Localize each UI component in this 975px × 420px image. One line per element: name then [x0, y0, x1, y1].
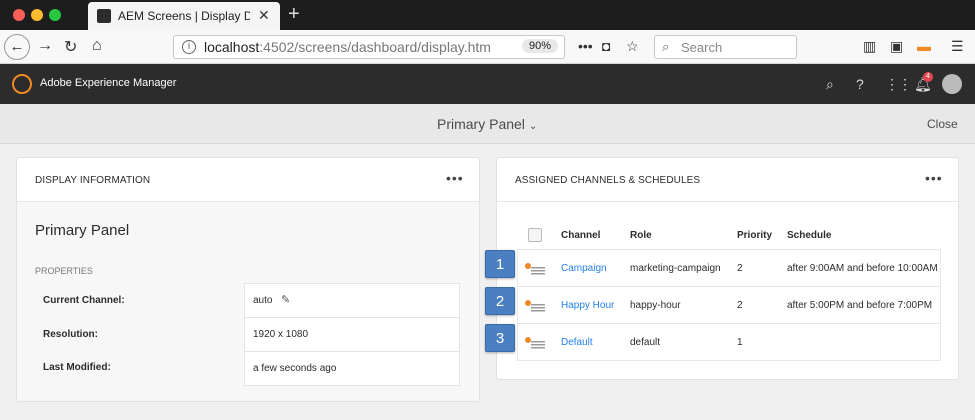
callout-badge-1: 1 [485, 250, 515, 278]
select-all-checkbox[interactable] [528, 228, 542, 242]
new-tab-button[interactable]: + [288, 3, 300, 26]
reload-button[interactable]: ↻ [64, 37, 77, 57]
browser-toolbar: ← → ↻ ⌂ i localhost:4502/screens/dashboa… [0, 30, 975, 64]
schedule-value: after 9:00AM and before 10:00AM [787, 263, 938, 274]
resolution-label: Resolution: [43, 329, 98, 340]
edit-pencil-icon[interactable]: ✎ [281, 293, 290, 306]
aem-logo-icon[interactable] [12, 74, 32, 94]
channel-link[interactable]: Default [561, 337, 593, 348]
page-actions-icon[interactable]: ••• [578, 38, 593, 54]
callout-badge-3: 3 [485, 324, 515, 352]
search-placeholder: Search [681, 40, 723, 55]
aem-favicon-icon [97, 9, 111, 23]
channel-link[interactable]: Happy Hour [561, 300, 614, 311]
user-avatar[interactable] [942, 74, 962, 94]
forward-button[interactable]: → [37, 37, 53, 55]
display-name: Primary Panel [35, 222, 130, 239]
browser-tab[interactable]: AEM Screens | Display Dashbo ✕ [88, 2, 280, 30]
role-value: marketing-campaign [630, 263, 721, 274]
channel-thumbnail-icon [524, 299, 545, 313]
callout-badge-2: 2 [485, 287, 515, 315]
tab-close-icon[interactable]: ✕ [258, 7, 270, 24]
card-header: ASSIGNED CHANNELS & SCHEDULES ••• [497, 158, 958, 202]
sidebar-icon[interactable]: ▣ [890, 38, 903, 55]
menu-icon[interactable]: ☰ [951, 38, 964, 55]
window-maximize-button[interactable] [49, 9, 61, 21]
close-button[interactable]: Close [927, 117, 958, 131]
schedule-value: after 5:00PM and before 7:00PM [787, 300, 933, 311]
more-options-icon[interactable]: ••• [925, 170, 943, 186]
search-input[interactable]: ⌕ Search [654, 35, 797, 59]
resolution-value: 1920 x 1080 [253, 329, 309, 340]
column-header-role[interactable]: Role [630, 230, 652, 241]
priority-value: 2 [737, 263, 743, 274]
card-body: Primary Panel PROPERTIES Current Channel… [17, 202, 479, 401]
priority-value: 1 [737, 337, 743, 348]
display-information-card: DISPLAY INFORMATION ••• Primary Panel PR… [16, 157, 480, 402]
assigned-channels-card: ASSIGNED CHANNELS & SCHEDULES ••• Channe… [496, 157, 959, 380]
solutions-grid-icon[interactable]: ⋮⋮ [885, 76, 912, 93]
column-header-priority[interactable]: Priority [737, 230, 772, 241]
zoom-level[interactable]: 90% [522, 39, 559, 53]
url-text[interactable]: localhost:4502/screens/dashboard/display… [204, 39, 490, 55]
table-row[interactable]: Happy Hour happy-hour 2 after 5:00PM and… [517, 286, 941, 324]
current-channel-value: auto [253, 295, 273, 306]
resolution-cell: 1920 x 1080 [244, 317, 460, 352]
card-title: ASSIGNED CHANNELS & SCHEDULES [515, 175, 701, 186]
aem-header: Adobe Experience Manager ⌕ ? ⋮⋮ 🔔︎ 4 [0, 64, 975, 104]
home-button[interactable]: ⌂ [92, 37, 102, 55]
app-title[interactable]: Adobe Experience Manager [40, 77, 176, 89]
channel-link[interactable]: Campaign [561, 263, 607, 274]
role-value: happy-hour [630, 300, 681, 311]
role-value: default [630, 337, 661, 348]
chevron-down-icon: ⌄ [528, 121, 538, 132]
url-bar[interactable]: i localhost:4502/screens/dashboard/displ… [173, 35, 565, 59]
back-button[interactable]: ← [4, 34, 30, 60]
properties-section-label: PROPERTIES [35, 266, 93, 276]
last-modified-cell: a few seconds ago [244, 351, 460, 386]
display-selector[interactable]: Primary Panel ⌄ [437, 116, 537, 132]
current-channel-label: Current Channel: [43, 295, 125, 306]
search-icon[interactable]: ⌕ [826, 76, 834, 93]
column-header-channel[interactable]: Channel [561, 230, 600, 241]
notification-count-badge: 4 [923, 72, 933, 82]
browser-titlebar: AEM Screens | Display Dashbo ✕ + [0, 0, 975, 30]
bookmark-star-icon[interactable]: ☆ [626, 38, 639, 55]
last-modified-label: Last Modified: [43, 362, 111, 373]
current-channel-cell: auto ✎ [244, 283, 460, 318]
tab-title: AEM Screens | Display Dashbo [118, 9, 250, 23]
info-icon[interactable]: i [182, 40, 196, 54]
priority-value: 2 [737, 300, 743, 311]
column-header-schedule[interactable]: Schedule [787, 230, 831, 241]
search-icon: ⌕ [662, 39, 670, 54]
channel-thumbnail-icon [524, 262, 545, 276]
page-subheader: Primary Panel ⌄ Close [0, 104, 975, 144]
window-close-button[interactable] [13, 9, 25, 21]
card-title: DISPLAY INFORMATION [35, 175, 151, 186]
table-row[interactable]: Default default 1 [517, 323, 941, 361]
table-row[interactable]: Campaign marketing-campaign 2 after 9:00… [517, 249, 941, 287]
channel-thumbnail-icon [524, 336, 545, 350]
card-header: DISPLAY INFORMATION ••• [17, 158, 479, 202]
window-minimize-button[interactable] [31, 9, 43, 21]
extension-icon[interactable]: ▬ [917, 38, 931, 54]
more-options-icon[interactable]: ••• [446, 170, 464, 186]
pocket-icon[interactable]: ◘ [602, 38, 610, 54]
last-modified-value: a few seconds ago [253, 363, 337, 374]
help-icon[interactable]: ? [856, 76, 864, 92]
library-icon[interactable]: ▥ [863, 38, 876, 55]
